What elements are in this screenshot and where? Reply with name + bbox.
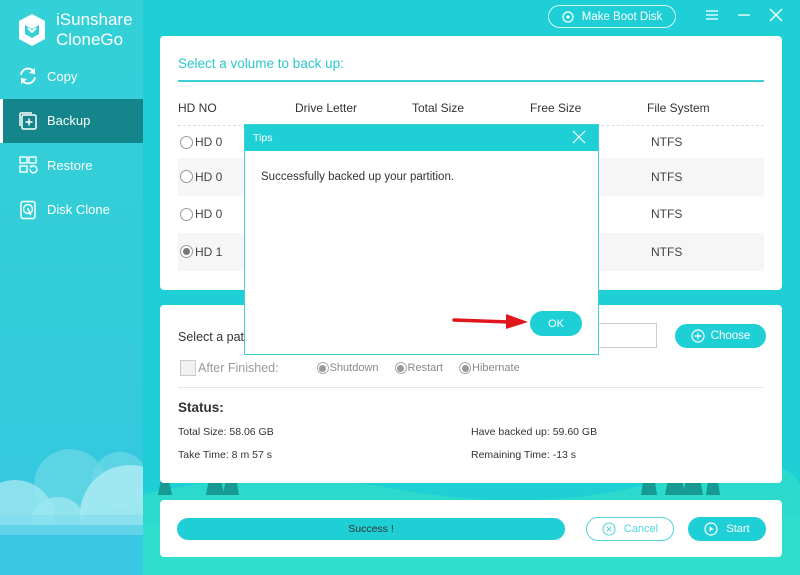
sidebar-item-label: Copy (47, 68, 78, 84)
progress-bar: Success ! (177, 518, 565, 540)
play-circle-icon (704, 522, 718, 536)
hd-label: HD 0 (195, 207, 223, 222)
radio-button[interactable] (316, 362, 329, 374)
divider (178, 387, 764, 388)
column-hd-no: HD NO (178, 101, 217, 115)
ok-label: OK (548, 317, 564, 330)
close-icon[interactable] (766, 5, 786, 25)
start-button[interactable]: Start (688, 517, 766, 541)
file-system-cell: NTFS (651, 244, 683, 259)
make-boot-disk-label: Make Boot Disk (581, 10, 663, 23)
after-finished-row: After Finished: Shutdown Restart Hiberna… (180, 360, 520, 376)
hd-cell[interactable]: HD 0 (180, 207, 222, 221)
backup-plus-icon (18, 111, 38, 131)
brand-name: iSunshare CloneGo (56, 10, 133, 50)
radio-button[interactable] (394, 362, 407, 374)
brand-line-2: CloneGo (56, 30, 124, 49)
make-boot-disk-button[interactable]: Make Boot Disk (548, 5, 676, 28)
sidebar-item-restore[interactable]: Restore (0, 143, 143, 188)
ok-button[interactable]: OK (530, 311, 582, 336)
sidebar-item-disk-clone[interactable]: Disk Clone (0, 188, 143, 233)
app-logo: iSunshare CloneGo (18, 10, 133, 50)
title-divider (178, 80, 764, 82)
radio-button-selected[interactable] (180, 245, 193, 259)
hd-cell[interactable]: HD 0 (180, 135, 222, 149)
restore-icon (18, 155, 38, 175)
dialog-close-icon[interactable] (570, 128, 588, 146)
red-arrow-annotation (452, 314, 528, 329)
sync-icon (18, 66, 38, 86)
cancel-circle-icon (602, 522, 616, 536)
dialog-header: Tips (245, 125, 598, 151)
sidebar-item-label: Disk Clone (47, 202, 110, 218)
action-panel: Success ! Cancel Start (160, 500, 782, 557)
sidebar-item-backup[interactable]: Backup (0, 98, 143, 143)
dialog-message: Successfully backed up your partition. (261, 171, 455, 183)
logo-icon (19, 14, 45, 46)
path-label: Select a path (178, 330, 251, 344)
column-drive-letter: Drive Letter (295, 101, 358, 115)
disk-clone-icon (18, 200, 38, 220)
sidebar-nav: Copy Backup Restore Disk Clone (0, 54, 143, 232)
column-file-system: File System (647, 101, 710, 115)
sidebar: iSunshare CloneGo Copy Backup Restore Di… (0, 0, 143, 575)
hd-label: HD 0 (195, 135, 223, 149)
column-free-size: Free Size (530, 101, 582, 115)
volume-panel-title: Select a volume to back up: (178, 56, 344, 71)
option-label: Restart (407, 362, 443, 374)
take-time-text: Take Time: 8 m 57 s (178, 449, 272, 461)
column-total-size: Total Size (412, 101, 465, 115)
disc-icon (562, 10, 574, 23)
radio-button[interactable] (180, 135, 193, 149)
total-size-text: Total Size: 58.06 GB (178, 426, 274, 438)
sidebar-item-label: Backup (47, 113, 91, 129)
radio-button[interactable] (180, 170, 193, 184)
radio-button[interactable] (459, 362, 471, 374)
after-finished-checkbox[interactable] (180, 360, 196, 376)
after-finished-label: After Finished: (198, 361, 279, 375)
hd-label: HD 1 (195, 244, 223, 259)
hd-cell[interactable]: HD 1 (180, 245, 222, 259)
choose-label: Choose (710, 330, 751, 342)
remaining-time-text: Remaining Time: -13 s (471, 449, 577, 461)
sidebar-item-copy[interactable]: Copy (0, 54, 143, 99)
minimize-icon[interactable] (734, 5, 754, 25)
option-shutdown[interactable]: Shutdown (316, 362, 379, 374)
start-label: Start (726, 523, 750, 535)
tips-dialog: Tips Successfully backed up your partiti… (244, 124, 599, 355)
option-label: Hibernate (472, 362, 520, 374)
brand-line-1: iSunshare (56, 10, 133, 29)
have-backed-up-text: Have backed up: 59.60 GB (471, 426, 598, 438)
menu-icon[interactable] (702, 5, 722, 25)
choose-button[interactable]: Choose (675, 324, 766, 348)
file-system-cell: NTFS (651, 135, 683, 149)
dialog-title: Tips (253, 132, 273, 144)
hd-label: HD 0 (195, 169, 223, 184)
cloud-decoration (0, 449, 143, 575)
progress-text: Success ! (348, 523, 394, 535)
table-header: HD NO Drive Letter Total Size Free Size … (178, 101, 764, 117)
radio-button[interactable] (180, 207, 193, 221)
file-system-cell: NTFS (651, 169, 683, 184)
cancel-label: Cancel (623, 523, 659, 535)
option-label: Shutdown (329, 362, 379, 374)
plus-circle-icon (691, 329, 705, 343)
file-system-cell: NTFS (651, 207, 683, 222)
status-title: Status: (178, 400, 224, 415)
cancel-button[interactable]: Cancel (586, 517, 674, 541)
sidebar-item-label: Restore (47, 157, 93, 173)
hd-cell[interactable]: HD 0 (180, 170, 222, 184)
option-restart[interactable]: Restart (394, 362, 443, 374)
option-hibernate[interactable]: Hibernate (459, 362, 520, 374)
